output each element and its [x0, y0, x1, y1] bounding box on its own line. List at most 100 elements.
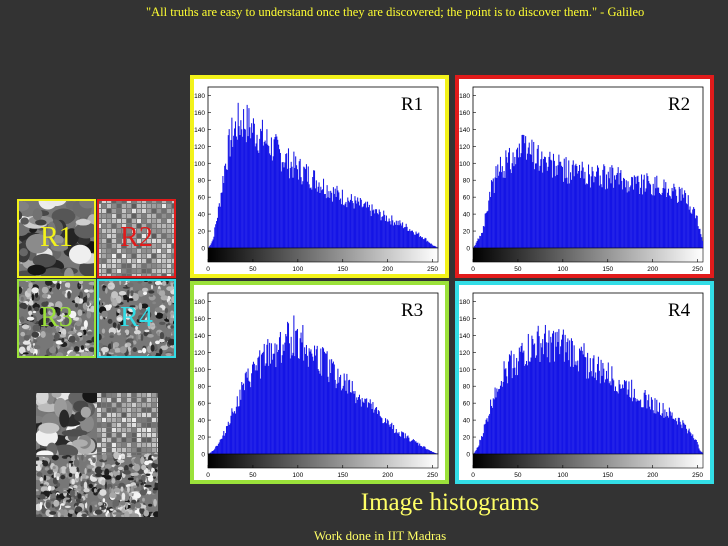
histogram-bar: [264, 140, 266, 248]
histogram-bar: [314, 188, 316, 248]
histogram-bar: [405, 223, 407, 248]
histogram-bar: [274, 137, 276, 248]
histogram-bar: [229, 423, 231, 454]
histogram-bar: [570, 179, 572, 248]
histogram-bar: [336, 383, 338, 454]
histogram-bar: [553, 160, 555, 248]
histogram-bar: [284, 162, 286, 248]
histogram-bar: [499, 156, 502, 248]
histogram-bar: [582, 167, 584, 248]
histogram-bar: [633, 388, 635, 454]
histogram-bar: [241, 382, 243, 454]
y-tick-label: 20: [463, 229, 471, 236]
histogram-bar: [239, 135, 241, 248]
histogram-bar: [408, 437, 410, 454]
histogram-bar: [627, 389, 629, 454]
histogram-bar: [562, 329, 564, 454]
histogram-bar: [577, 173, 579, 248]
histogram-bar: [597, 167, 599, 248]
histogram-bar: [557, 165, 559, 248]
histogram-bar: [645, 188, 647, 248]
histogram-bar: [389, 221, 391, 248]
histogram-bar: [605, 370, 608, 454]
histogram-bar: [333, 364, 335, 454]
histogram-bar: [266, 129, 268, 248]
histogram-bar: [673, 183, 675, 248]
histogram-bar: [700, 234, 702, 248]
image-histograms-caption: Image histograms: [360, 489, 540, 516]
histogram-bar: [275, 134, 277, 248]
histogram-bar: [411, 440, 413, 454]
histogram-bar: [302, 325, 304, 454]
histogram-bar: [486, 418, 488, 454]
histogram-bar: [349, 379, 351, 454]
histogram-bar: [307, 366, 309, 454]
histogram-bar: [561, 334, 563, 454]
histogram-bar: [334, 188, 336, 248]
histogram-bar: [561, 339, 563, 454]
histogram-bar: [638, 182, 640, 248]
histogram-bar: [573, 176, 575, 248]
y-tick-label: 160: [194, 110, 205, 117]
y-tick-label: 180: [194, 299, 205, 306]
histogram-bar: [658, 412, 660, 454]
histogram-bar: [344, 380, 346, 454]
histogram-bar: [644, 191, 646, 248]
histogram-bar: [358, 394, 360, 454]
histogram-bar: [386, 419, 388, 454]
histogram-bar: [667, 188, 670, 248]
histogram-bar: [262, 351, 264, 454]
histogram-bar: [679, 421, 681, 454]
y-tick-label: 140: [459, 127, 470, 134]
histogram-bar: [353, 208, 355, 248]
histogram-bar: [340, 374, 342, 454]
histogram-bar: [587, 184, 589, 248]
histogram-bar: [547, 166, 549, 248]
histogram-bar: [553, 361, 555, 454]
histogram-bar: [342, 204, 344, 248]
histogram-bar: [346, 207, 348, 248]
histogram-bar: [255, 143, 257, 248]
histogram-bar: [529, 153, 531, 248]
histogram-bar: [367, 207, 369, 248]
histogram-bar: [555, 165, 557, 248]
histogram-bar: [583, 178, 585, 248]
histogram-bar: [657, 411, 659, 454]
histogram-bar: [218, 203, 220, 248]
histogram-bar: [687, 195, 689, 248]
histogram-bar: [496, 388, 498, 454]
histogram-bar: [630, 398, 632, 454]
histogram-bar: [535, 355, 537, 454]
histogram-bar: [341, 388, 343, 454]
histogram-bar: [401, 225, 403, 248]
histogram-bar: [482, 433, 484, 454]
histogram-bar: [407, 435, 409, 454]
histogram-bar: [693, 438, 695, 454]
histogram-bar: [248, 380, 250, 454]
histogram-bar: [240, 399, 242, 454]
histogram-bar: [220, 192, 222, 248]
histogram-bar: [525, 136, 527, 248]
histogram-bar: [592, 358, 594, 454]
histogram-bar: [234, 128, 236, 248]
histogram-bar: [322, 347, 324, 454]
histogram-bar: [514, 367, 516, 454]
x-tick-label: 250: [692, 266, 703, 273]
histogram-bar: [261, 119, 263, 248]
histogram-bar: [513, 166, 515, 248]
histogram-bar: [359, 399, 361, 454]
histogram-bar: [570, 338, 572, 454]
histogram-bar: [531, 335, 533, 454]
histogram-bar: [507, 383, 509, 454]
histogram-bar: [637, 400, 639, 454]
x-tick-label: 150: [337, 266, 348, 273]
histogram-bar: [355, 403, 357, 454]
histogram-bar: [659, 414, 661, 454]
histogram-bar: [249, 381, 251, 454]
y-tick-label: 60: [463, 195, 471, 202]
histogram-bar: [239, 389, 241, 454]
histogram-bar: [499, 385, 502, 454]
histogram-bar: [579, 177, 581, 248]
histogram-bar: [556, 331, 558, 454]
histogram-bar: [641, 407, 643, 454]
